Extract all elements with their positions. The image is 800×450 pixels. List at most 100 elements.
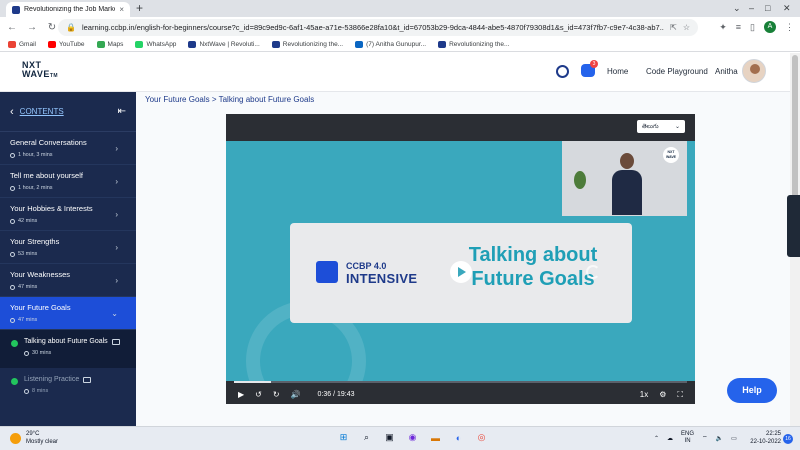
sidebar-module-item[interactable]: General Conversations 1 hour, 3 mins ›: [0, 132, 136, 165]
help-button[interactable]: Help: [727, 378, 777, 403]
chevron-down-icon[interactable]: ⌄: [733, 3, 741, 14]
extensions-icon[interactable]: ✦: [719, 22, 727, 33]
weather-widget[interactable]: 29°C Mostly clear: [10, 430, 58, 446]
side-panel-icon[interactable]: ▯: [750, 22, 755, 33]
speaker-icon[interactable]: 🔈: [716, 435, 723, 442]
code-playground-link[interactable]: Code Playground: [646, 67, 708, 76]
current-time: 0:36: [317, 391, 332, 398]
browser-tab[interactable]: Revolutionizing the Job Market | ×: [6, 2, 130, 17]
module-duration-text: 1 hour, 3 mins: [18, 152, 53, 158]
notification-count-badge[interactable]: 16: [783, 434, 793, 444]
lesson-item[interactable]: Talking about Future Goals 30 mins: [0, 330, 136, 368]
video-progress-bar[interactable]: [234, 381, 687, 383]
breadcrumb[interactable]: Your Future Goals > Talking about Future…: [145, 95, 314, 104]
media-icon[interactable]: ≡: [736, 22, 741, 32]
fullscreen-icon[interactable]: ⛶: [677, 390, 683, 400]
bookmark-item[interactable]: YouTube: [47, 41, 85, 48]
streak-icon[interactable]: [556, 65, 569, 78]
bookmark-item[interactable]: Maps: [96, 41, 124, 48]
lesson-title: Talking about Future Goals: [24, 338, 108, 345]
play-button-icon[interactable]: ▶: [238, 390, 244, 399]
temperature: 29°C: [26, 431, 40, 437]
video-title: Talking about Future Goals: [458, 243, 608, 291]
search-icon[interactable]: ⌕: [359, 430, 374, 445]
avatar[interactable]: [742, 59, 766, 83]
task-view-icon[interactable]: ▣: [382, 430, 397, 445]
lesson-item[interactable]: Listening Practice 8 mins: [0, 368, 136, 406]
maximize-icon[interactable]: □: [765, 3, 770, 13]
speaker-video: NXT WAVE: [562, 141, 687, 216]
bookmark-icon: [8, 41, 16, 48]
address-bar[interactable]: 🔒 learning.ccbp.in/english-for-beginners…: [58, 19, 698, 36]
bookmark-icon: [438, 41, 447, 48]
speed-button[interactable]: 1x: [640, 390, 648, 399]
sidebar-module-item[interactable]: Your Hobbies & Interests 42 mins ›: [0, 198, 136, 231]
file-explorer-icon[interactable]: ▬: [428, 430, 443, 445]
volume-icon[interactable]: 🔊: [291, 390, 301, 399]
module-duration-text: 1 hour, 2 mins: [18, 185, 53, 191]
chevron-right-icon: ›: [115, 210, 118, 219]
chevron-left-icon[interactable]: ‹: [10, 106, 14, 118]
tab-close-icon[interactable]: ×: [119, 5, 124, 14]
bookmark-item[interactable]: Gmail: [8, 41, 36, 48]
url-text[interactable]: learning.ccbp.in/english-for-beginners/c…: [82, 23, 664, 32]
battery-icon[interactable]: ▭: [731, 435, 737, 442]
taskbar-clock[interactable]: 22:25 22-10-2022: [745, 430, 781, 446]
teams-chat-icon[interactable]: ◉: [405, 430, 420, 445]
chrome-icon[interactable]: ◎: [474, 430, 489, 445]
bookmark-label: WhatsApp: [146, 41, 177, 48]
cloud-icon[interactable]: ☁: [667, 435, 673, 442]
forward-icon[interactable]: ↻: [273, 390, 280, 399]
contents-link[interactable]: CONTENTS: [20, 107, 112, 116]
play-icon[interactable]: [450, 261, 472, 283]
lang-line-2: IN: [684, 438, 691, 444]
user-name[interactable]: Anitha: [715, 67, 738, 76]
window-close-icon[interactable]: ✕: [783, 3, 791, 14]
bookmark-item[interactable]: Revolutionizing the...: [271, 41, 343, 48]
bookmark-item[interactable]: Revolutionizing the...: [438, 41, 509, 48]
rewind-icon[interactable]: ↺: [255, 390, 262, 399]
lesson-duration: 8 mins: [32, 388, 49, 394]
sidebar-module-item[interactable]: Your Future Goals 47 mins ⌄: [0, 297, 136, 330]
new-tab-button[interactable]: +: [136, 2, 143, 15]
sidebar-module-item[interactable]: Your Weaknesses 47 mins ›: [0, 264, 136, 297]
windows-start-icon[interactable]: ⊞: [336, 430, 351, 445]
lock-icon[interactable]: 🔒: [66, 23, 76, 32]
language-indicator[interactable]: ENG IN: [681, 431, 694, 445]
bookmark-item[interactable]: WhatsApp: [135, 41, 176, 48]
wifi-icon[interactable]: ⌔: [702, 434, 708, 442]
bookmark-item[interactable]: NxtWave | Revoluti...: [188, 41, 260, 48]
language-select[interactable]: తెలుగు ⌄: [637, 120, 685, 133]
collapse-sidebar-icon[interactable]: ⇤: [118, 106, 126, 117]
bookmark-label: Maps: [107, 41, 124, 48]
forward-icon[interactable]: →: [24, 22, 40, 33]
bookmark-label: Gmail: [19, 41, 36, 48]
video-frame[interactable]: NXT WAVE CCBP 4.0 INTENSIVE Talking abou…: [226, 141, 695, 381]
bookmarks-bar: Gmail YouTube Maps WhatsApp NxtWave | Revolu…: [0, 38, 800, 52]
home-link[interactable]: Home: [607, 67, 628, 76]
bookmark-icon: [47, 41, 56, 48]
sidebar-module-item[interactable]: Tell me about yourself 1 hour, 2 mins ›: [0, 165, 136, 198]
tab-title: Revolutionizing the Job Market |: [24, 6, 116, 13]
module-duration: 53 mins: [10, 251, 126, 257]
bookmark-item[interactable]: (7) Anitha Gunupur...: [355, 41, 426, 48]
share-icon[interactable]: ⇱: [670, 23, 677, 32]
speaker-head: [620, 153, 634, 169]
nxtwave-logo[interactable]: NXT WAVETM: [22, 61, 58, 81]
clock-icon: [10, 218, 15, 224]
sidebar-module-item[interactable]: Your Strengths 53 mins ›: [0, 231, 136, 264]
video-player[interactable]: తెలుగు ⌄ NXT WAVE CCBP 4.0 INTENSIVE Tal…: [226, 114, 695, 404]
bookmark-label: YouTube: [58, 41, 85, 48]
bookmark-star-icon[interactable]: ☆: [683, 23, 690, 32]
module-title: Your Strengths: [10, 237, 60, 246]
camera-widget[interactable]: [787, 195, 800, 257]
bookmark-label: (7) Anitha Gunupur...: [366, 41, 427, 48]
back-icon[interactable]: ←: [4, 22, 20, 33]
menu-icon[interactable]: ⋮: [785, 22, 794, 33]
minimize-icon[interactable]: –: [749, 3, 754, 13]
logo-tm: TM: [49, 73, 59, 79]
settings-gear-icon[interactable]: ⚙: [659, 390, 666, 399]
chevron-up-icon[interactable]: ⌃: [654, 435, 659, 442]
edge-icon[interactable]: ◐: [451, 430, 466, 445]
profile-avatar[interactable]: A: [764, 21, 776, 33]
